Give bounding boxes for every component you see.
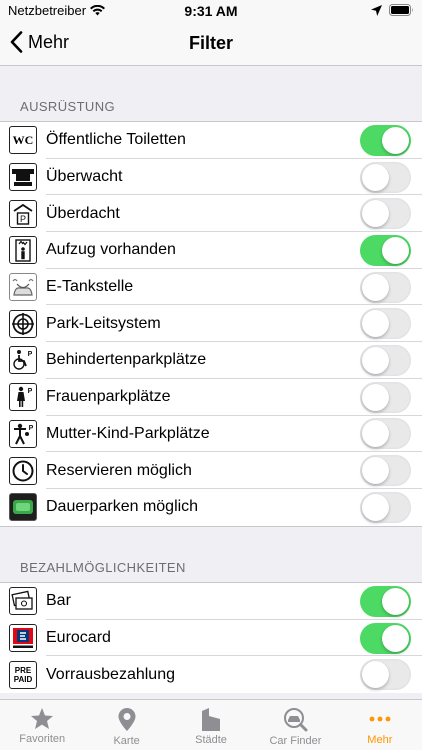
status-bar: Netzbetreiber 9:31 AM bbox=[0, 0, 422, 22]
status-time: 9:31 AM bbox=[184, 3, 238, 19]
filter-label: Frauenparkplätze bbox=[46, 388, 171, 406]
filter-toggle[interactable] bbox=[360, 161, 411, 193]
svg-text:P: P bbox=[28, 388, 33, 395]
camera-icon bbox=[9, 163, 37, 192]
guidance-system-icon bbox=[9, 309, 37, 338]
long-term-parking-icon bbox=[9, 493, 37, 522]
filter-row: P Frauenparkplätze bbox=[0, 379, 422, 416]
tab-favoriten[interactable]: Favoriten bbox=[0, 700, 84, 750]
wheelchair-parking-icon: P bbox=[9, 346, 37, 375]
filter-toggle[interactable] bbox=[360, 234, 411, 266]
filter-label: Überdacht bbox=[46, 204, 120, 222]
filter-toggle[interactable] bbox=[360, 622, 411, 654]
filter-row: Aufzug vorhanden bbox=[0, 232, 422, 269]
section-header-equipment: AUSRÜSTUNG bbox=[20, 99, 116, 114]
tab-mehr[interactable]: Mehr bbox=[338, 700, 422, 750]
prepaid-icon: PRE PAID bbox=[9, 660, 37, 689]
filter-label: Dauerparken möglich bbox=[46, 498, 199, 516]
filter-toggle[interactable] bbox=[360, 271, 411, 303]
family-parking-icon: P bbox=[9, 419, 37, 448]
filter-row: PRE PAID Vorrausbezahlung bbox=[0, 656, 422, 693]
filter-toggle[interactable] bbox=[360, 418, 411, 450]
filter-toggle[interactable] bbox=[360, 308, 411, 340]
filter-toggle[interactable] bbox=[360, 381, 411, 413]
tab-label: Karte bbox=[113, 735, 140, 747]
filter-label: Reservieren möglich bbox=[46, 461, 192, 479]
filter-label: Behindertenparkplätze bbox=[46, 351, 207, 369]
filter-toggle[interactable] bbox=[360, 198, 411, 230]
equipment-list: WC Öffentliche Toiletten Überwacht P Übe… bbox=[0, 121, 422, 527]
covered-parking-icon: P bbox=[9, 199, 37, 228]
tab-staedte[interactable]: Städte bbox=[169, 700, 253, 750]
filter-row: Dauerparken möglich bbox=[0, 489, 422, 526]
clock-icon bbox=[9, 456, 37, 485]
elevator-icon bbox=[9, 236, 37, 265]
page-title: Filter bbox=[188, 33, 233, 53]
wc-icon: WC bbox=[9, 126, 37, 155]
tab-label: Favoriten bbox=[19, 733, 66, 745]
filter-row: WC Öffentliche Toiletten bbox=[0, 122, 422, 159]
filter-row: Bar bbox=[0, 583, 422, 620]
svg-text:P: P bbox=[20, 214, 26, 224]
navigation-bar: Mehr Filter bbox=[0, 22, 422, 66]
filter-toggle[interactable] bbox=[360, 659, 411, 691]
filter-label: Bar bbox=[46, 592, 71, 610]
filter-row: Park-Leitsystem bbox=[0, 305, 422, 343]
battery-icon bbox=[389, 4, 413, 16]
filter-row: Reservieren möglich bbox=[0, 452, 422, 489]
map-pin-icon bbox=[118, 708, 136, 731]
filter-label: Park-Leitsystem bbox=[46, 314, 161, 332]
women-parking-icon: P bbox=[9, 383, 37, 412]
payment-list: Bar Eurocard PRE PAID Vorrausbezahlung bbox=[0, 582, 422, 694]
filter-label: E-Tankstelle bbox=[46, 278, 134, 296]
ev-charging-icon bbox=[9, 273, 37, 302]
tab-label: Städte bbox=[195, 734, 227, 746]
tab-car-finder[interactable]: Car Finder bbox=[253, 700, 337, 750]
car-finder-icon bbox=[284, 708, 308, 732]
filter-toggle[interactable] bbox=[360, 585, 411, 617]
tab-label: Car Finder bbox=[269, 735, 322, 747]
filter-label: Vorrausbezahlung bbox=[46, 665, 175, 683]
filter-toggle[interactable] bbox=[360, 491, 411, 523]
section-header-payment: BEZAHLMÖGLICHKEITEN bbox=[20, 560, 186, 575]
filter-label: Aufzug vorhanden bbox=[46, 241, 176, 259]
star-icon bbox=[31, 708, 54, 729]
svg-text:P: P bbox=[29, 425, 34, 432]
tab-karte[interactable]: Karte bbox=[84, 700, 168, 750]
filter-row: P Behindertenparkplätze bbox=[0, 342, 422, 379]
eurocard-icon bbox=[9, 624, 37, 653]
filter-label: Eurocard bbox=[46, 629, 111, 647]
cash-icon bbox=[9, 587, 37, 616]
location-arrow-icon bbox=[371, 4, 382, 16]
filter-row: Überwacht bbox=[0, 159, 422, 196]
city-icon bbox=[202, 708, 221, 731]
svg-text:P: P bbox=[28, 351, 33, 358]
filter-row: P Mutter-Kind-Parkplätze bbox=[0, 416, 422, 453]
filter-toggle[interactable] bbox=[360, 455, 411, 487]
filter-toggle[interactable] bbox=[360, 344, 411, 376]
filter-row: Eurocard bbox=[0, 620, 422, 657]
filter-label: Öffentliche Toiletten bbox=[46, 131, 186, 149]
tab-bar: Favoriten Karte Städte Car Finder Mehr bbox=[0, 699, 422, 750]
more-icon bbox=[369, 716, 391, 722]
filter-row: E-Tankstelle bbox=[0, 269, 422, 306]
filter-label: Mutter-Kind-Parkplätze bbox=[46, 424, 210, 442]
tab-label: Mehr bbox=[367, 734, 393, 746]
filter-toggle[interactable] bbox=[360, 124, 411, 156]
filter-row: P Überdacht bbox=[0, 195, 422, 233]
filter-label: Überwacht bbox=[46, 168, 123, 186]
